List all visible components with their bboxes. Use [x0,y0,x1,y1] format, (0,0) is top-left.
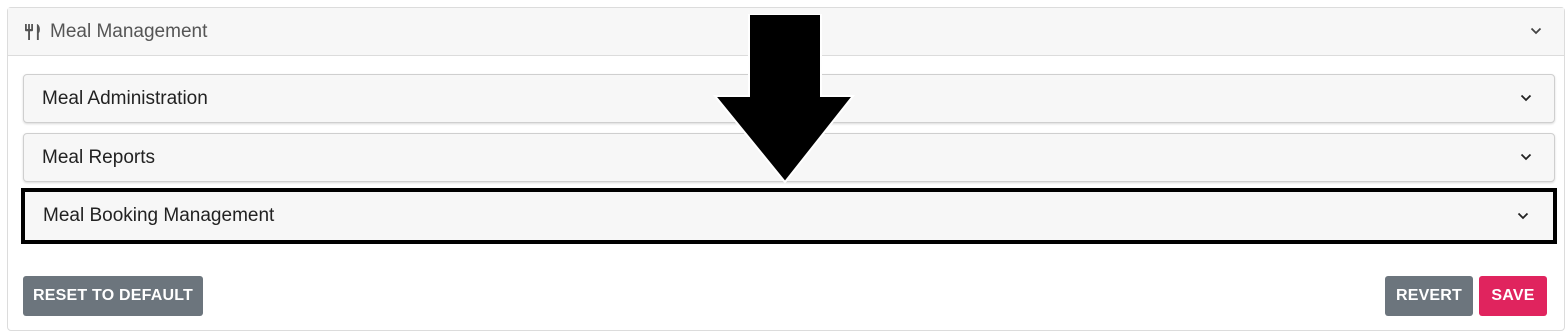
chevron-down-icon[interactable] [1530,27,1542,35]
utensils-icon [24,23,42,41]
chevron-down-icon [1520,153,1532,161]
accordion-item-label: Meal Administration [42,87,208,109]
accordion-item-meal-booking-management[interactable]: Meal Booking Management [21,188,1557,244]
accordion-item-label: Meal Booking Management [43,205,275,226]
panel-title: Meal Management [50,20,208,42]
down-arrow-icon [712,13,856,184]
chevron-down-icon [1517,212,1529,220]
reset-to-default-button[interactable]: RESET TO DEFAULT [23,276,203,316]
chevron-down-icon [1520,94,1532,102]
accordion-item-label: Meal Reports [42,146,155,168]
save-button[interactable]: SAVE [1479,276,1547,316]
revert-button[interactable]: REVERT [1385,276,1473,316]
